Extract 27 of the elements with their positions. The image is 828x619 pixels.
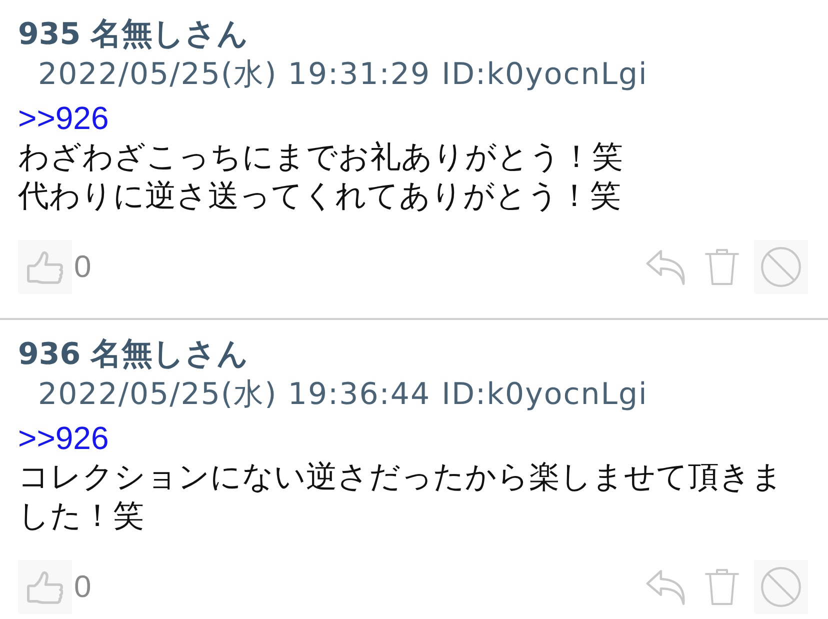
block-button[interactable]: [754, 560, 808, 614]
post-number: 936: [18, 336, 81, 372]
reply-arrow-icon: [646, 570, 686, 604]
block-icon: [760, 246, 802, 288]
reply-anchor-link[interactable]: >>926: [18, 100, 109, 136]
post-text-line: 代わりに逆さ送ってくれてありがとう！笑: [18, 177, 621, 216]
like-count: 0: [74, 249, 92, 285]
like-count: 0: [74, 569, 92, 605]
poster-name: 名無しさん: [90, 15, 249, 54]
post-date: 2022/05/25(水) 19:36:44: [38, 376, 431, 414]
reply-arrow-icon: [646, 250, 686, 284]
thumb-up-icon: [27, 250, 63, 284]
thumb-up-icon: [27, 570, 63, 604]
post-text-line: わざわざこっちにまでお礼ありがとう！笑: [18, 138, 623, 177]
post-number: 935: [18, 16, 81, 52]
like-button[interactable]: [18, 240, 72, 294]
poster-id: ID:k0yocnLgi: [442, 56, 648, 92]
block-button[interactable]: [754, 240, 808, 294]
like-button[interactable]: [18, 560, 72, 614]
trash-icon: [705, 568, 739, 606]
trash-icon: [705, 248, 739, 286]
post-date: 2022/05/25(水) 19:31:29: [38, 56, 431, 94]
block-icon: [760, 566, 802, 608]
poster-id: ID:k0yocnLgi: [442, 376, 648, 412]
poster-name: 名無しさん: [90, 335, 249, 374]
post-text-line: コレクションにない逆さだったから楽しませて頂きました！笑: [18, 458, 784, 536]
reply-anchor-link[interactable]: >>926: [18, 420, 109, 456]
